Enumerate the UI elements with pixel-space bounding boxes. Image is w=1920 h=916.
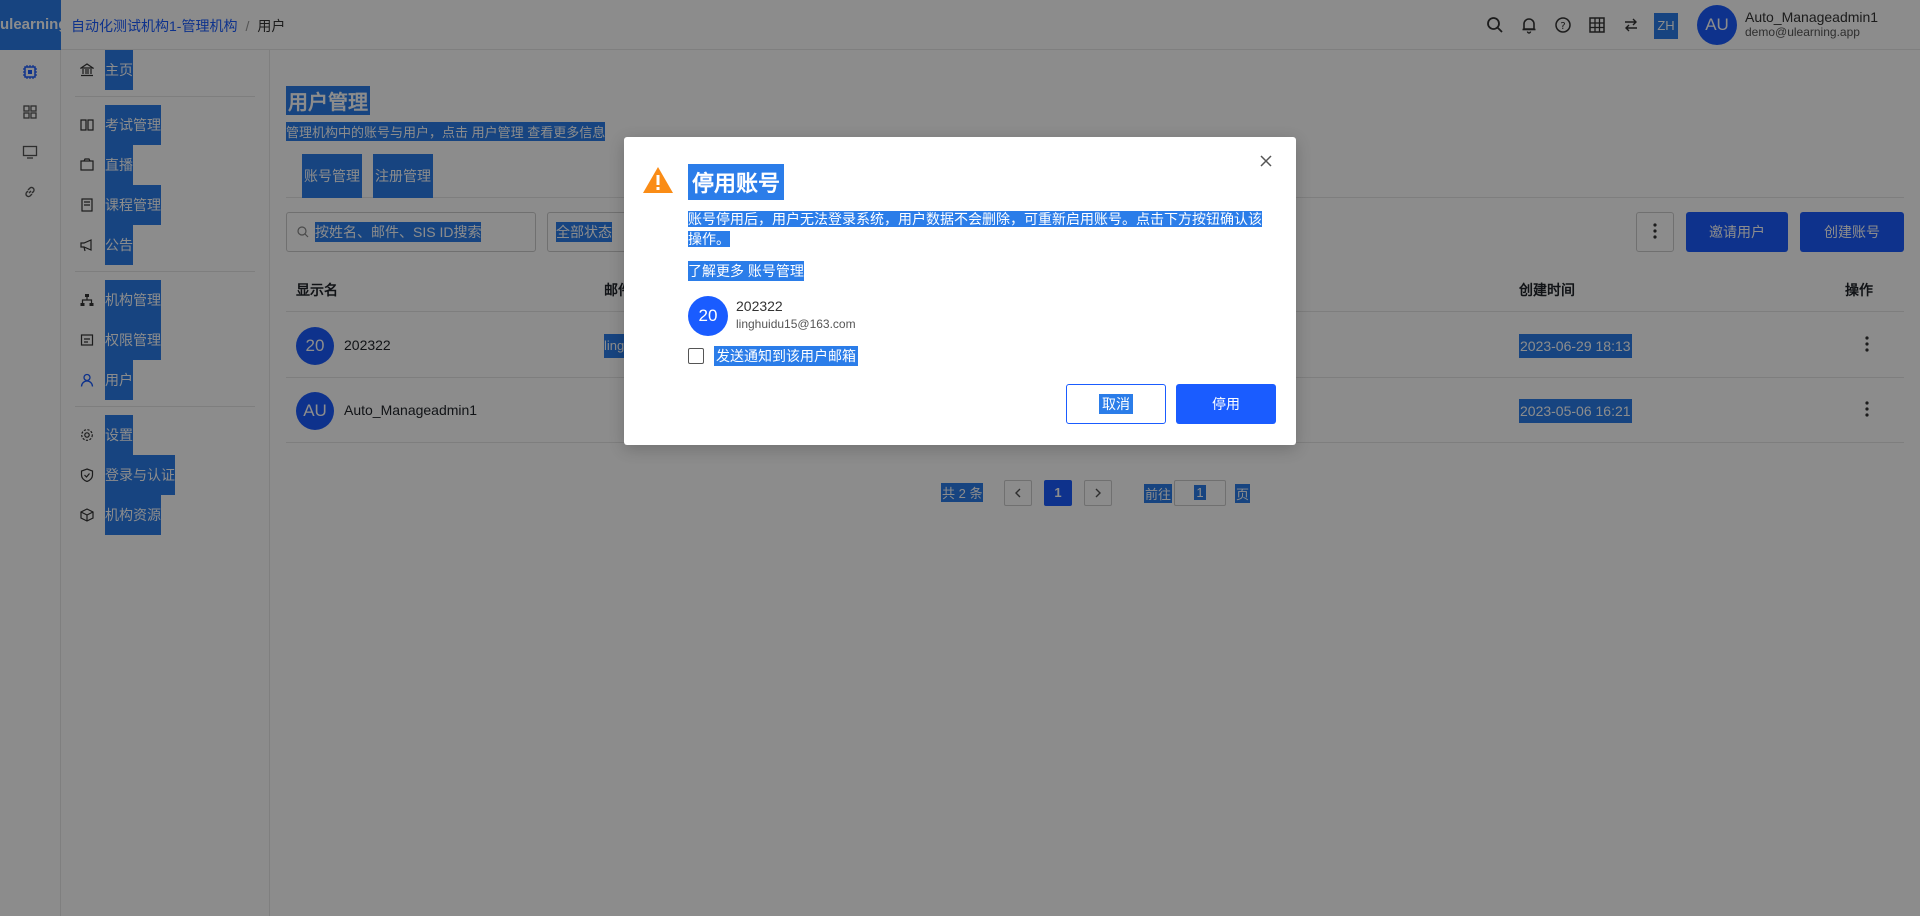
warning-icon: [642, 165, 674, 195]
learn-more: 了解更多 账号管理: [688, 261, 804, 281]
disable-account-dialog: 停用账号 账号停用后，用户无法登录系统，用户数据不会删除，可重新启用账号。点击下…: [624, 137, 1296, 445]
notify-option[interactable]: 发送通知到该用户邮箱: [688, 346, 858, 366]
learn-more-text: 了解更多: [688, 263, 744, 279]
dialog-user-name: 202322: [736, 298, 783, 314]
dialog-body-text: 账号停用后，用户无法登录系统，用户数据不会删除，可重新启用账号。点击下方按钮确认…: [688, 211, 1262, 247]
dialog-body: 账号停用后，用户无法登录系统，用户数据不会删除，可重新启用账号。点击下方按钮确认…: [688, 209, 1272, 249]
cancel-button-label: 取消: [1099, 394, 1133, 414]
dialog-title: 停用账号: [688, 164, 785, 200]
close-icon[interactable]: [1256, 151, 1276, 171]
disable-button[interactable]: 停用: [1176, 384, 1276, 424]
notify-checkbox[interactable]: [688, 348, 704, 364]
cancel-button[interactable]: 取消: [1066, 384, 1166, 424]
dialog-user-email: linghuidu15@163.com: [736, 317, 856, 331]
learn-more-link[interactable]: 账号管理: [748, 263, 804, 279]
notify-label: 发送通知到该用户邮箱: [714, 346, 858, 366]
avatar: 20: [688, 296, 728, 336]
